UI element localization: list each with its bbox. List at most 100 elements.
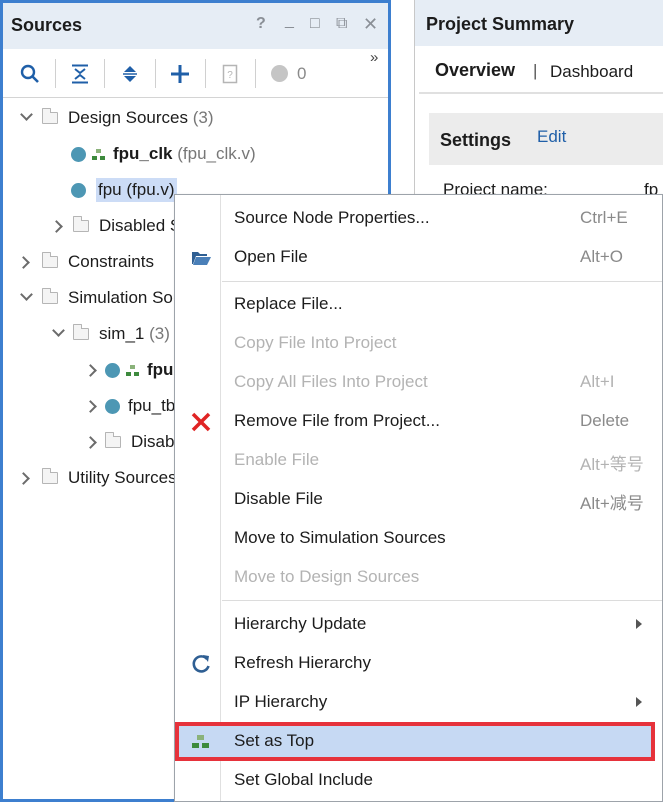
context-menu: Source Node Properties... Ctrl+E Open Fi… — [174, 194, 663, 802]
menu-separator — [222, 600, 662, 601]
menu-item-copy-file-into-project[interactable]: Copy File Into Project — [175, 324, 662, 363]
submenu-arrow-icon — [636, 697, 642, 707]
svg-text:?: ? — [227, 70, 233, 81]
minimize-icon[interactable]: _ — [285, 13, 294, 29]
collapse-all-icon[interactable] — [63, 49, 97, 98]
tab-separator: | — [533, 61, 538, 80]
menu-item-replace-file[interactable]: Replace File... — [175, 285, 662, 324]
tree-node-sim-fpu[interactable]: fpu — [84, 355, 174, 385]
menu-label: Disable File — [234, 489, 323, 508]
tree-node-fpu-tb[interactable]: fpu_tb — [84, 391, 175, 421]
float-window-icon[interactable]: ⧉ — [336, 16, 347, 32]
menu-item-set-global-include[interactable]: Set Global Include — [175, 761, 662, 800]
menu-item-open-file[interactable]: Open File Alt+O — [175, 238, 662, 277]
menu-shortcut: Alt+减号 — [580, 494, 644, 513]
tree-node-sim-1[interactable]: sim_1 (3) — [51, 319, 170, 349]
menu-label: Set Global Include — [234, 770, 373, 789]
menu-label: Hierarchy Update — [234, 614, 367, 633]
hdl-file-icon — [71, 182, 86, 198]
menu-item-hierarchy-update[interactable]: Hierarchy Update — [175, 605, 662, 644]
menu-item-set-as-top[interactable]: Set as Top — [175, 722, 655, 761]
tree-label: sim_1 — [99, 324, 145, 343]
menu-shortcut: Delete — [580, 411, 630, 430]
menu-label: IP Hierarchy — [234, 692, 328, 711]
menu-item-move-to-simulation-sources[interactable]: Move to Simulation Sources — [175, 519, 662, 558]
hdl-file-icon — [71, 146, 86, 162]
tab-divider — [419, 92, 663, 94]
menu-item-enable-file[interactable]: Enable File Alt+等号 — [175, 441, 662, 480]
project-summary-header: Project Summary — [415, 0, 663, 46]
tree-node-utility-sources[interactable]: Utility Sources — [17, 463, 177, 493]
menu-shortcut: Alt+I — [580, 372, 615, 391]
tree-label: fpu — [147, 360, 174, 379]
chevron-right-icon[interactable] — [84, 364, 97, 377]
tree-label: Disabled S — [99, 216, 182, 235]
chevron-right-icon[interactable] — [50, 220, 63, 233]
refresh-icon — [190, 653, 212, 675]
menu-label: Open File — [234, 247, 308, 266]
menu-label: Enable File — [234, 450, 320, 469]
tab-overview[interactable]: Overview — [435, 60, 515, 81]
tree-node-design-sources[interactable]: Design Sources (3) — [17, 103, 214, 133]
chevron-down-icon[interactable] — [20, 288, 33, 301]
chevron-right-icon[interactable] — [84, 400, 97, 413]
tree-node-simulation-sources[interactable]: Simulation Sou — [17, 283, 182, 313]
tree-node-fpu[interactable]: fpu (fpu.v) — [71, 175, 177, 205]
folder-icon — [41, 288, 58, 304]
chevron-down-icon[interactable] — [20, 108, 33, 121]
tree-label: Simulation Sou — [68, 288, 183, 307]
menu-shortcut: Alt+等号 — [580, 455, 644, 474]
tree-count: (3) — [149, 324, 170, 343]
tree-label: Utility Sources — [68, 468, 177, 487]
chevron-down-icon[interactable] — [52, 324, 65, 337]
menu-label: Source Node Properties... — [234, 208, 430, 227]
menu-item-ip-hierarchy[interactable]: IP Hierarchy — [175, 683, 662, 722]
tree-node-fpu-clk[interactable]: fpu_clk (fpu_clk.v) — [71, 139, 256, 169]
close-icon[interactable]: ✕ — [363, 15, 378, 33]
menu-label: Replace File... — [234, 294, 343, 313]
status-dot-icon — [267, 49, 291, 98]
sources-toolbar: ? 0 » — [3, 49, 388, 98]
sources-title: Sources — [11, 15, 83, 35]
menu-item-remove-file[interactable]: Remove File from Project... Delete — [175, 402, 662, 441]
add-sources-icon[interactable] — [163, 49, 197, 98]
chevron-right-icon[interactable] — [17, 472, 30, 485]
remove-x-icon — [190, 411, 212, 433]
menu-item-move-to-design-sources[interactable]: Move to Design Sources — [175, 558, 662, 597]
settings-edit-link[interactable]: Edit — [537, 127, 566, 147]
tree-node-disabled-sim[interactable]: Disab — [84, 427, 175, 457]
menu-item-source-node-properties[interactable]: Source Node Properties... Ctrl+E — [175, 199, 662, 238]
overflow-chevron-icon[interactable]: » — [370, 49, 378, 66]
submenu-arrow-icon — [636, 619, 642, 629]
chevron-right-icon[interactable] — [17, 256, 30, 269]
tree-file: (fpu_clk.v) — [177, 144, 256, 163]
tree-label: Design Sources — [68, 108, 189, 127]
menu-shortcut: Ctrl+E — [580, 208, 628, 227]
folder-icon — [41, 468, 58, 484]
tree-node-constraints[interactable]: Constraints — [17, 247, 154, 277]
tree-label: Disab — [131, 432, 175, 451]
folder-icon — [41, 108, 58, 124]
tab-dashboard[interactable]: Dashboard — [550, 62, 633, 82]
menu-label: Move to Simulation Sources — [234, 528, 446, 547]
help-icon[interactable]: ? — [256, 16, 266, 32]
sources-header: Sources ? _ □ ⧉ ✕ — [3, 3, 388, 49]
tree-label: fpu_clk — [113, 144, 173, 163]
hierarchy-icon — [190, 731, 212, 753]
tree-node-disabled[interactable]: Disabled S — [50, 211, 182, 241]
menu-item-copy-all-files-into-project[interactable]: Copy All Files Into Project Alt+I — [175, 363, 662, 402]
properties-doc-icon[interactable]: ? — [213, 49, 247, 98]
chevron-right-icon[interactable] — [84, 436, 97, 449]
menu-item-disable-file[interactable]: Disable File Alt+减号 — [175, 480, 662, 519]
settings-section: Settings Edit — [429, 113, 663, 165]
menu-label: Move to Design Sources — [234, 567, 420, 586]
project-summary-title: Project Summary — [426, 14, 575, 34]
hdl-file-icon — [105, 398, 120, 414]
folder-open-icon — [190, 247, 212, 269]
search-icon[interactable] — [13, 49, 47, 98]
expand-all-icon[interactable] — [113, 49, 147, 98]
status-counter: 0 — [297, 64, 307, 83]
menu-item-refresh-hierarchy[interactable]: Refresh Hierarchy — [175, 644, 662, 683]
maximize-icon[interactable]: □ — [310, 16, 320, 32]
tree-label: Constraints — [68, 252, 154, 271]
